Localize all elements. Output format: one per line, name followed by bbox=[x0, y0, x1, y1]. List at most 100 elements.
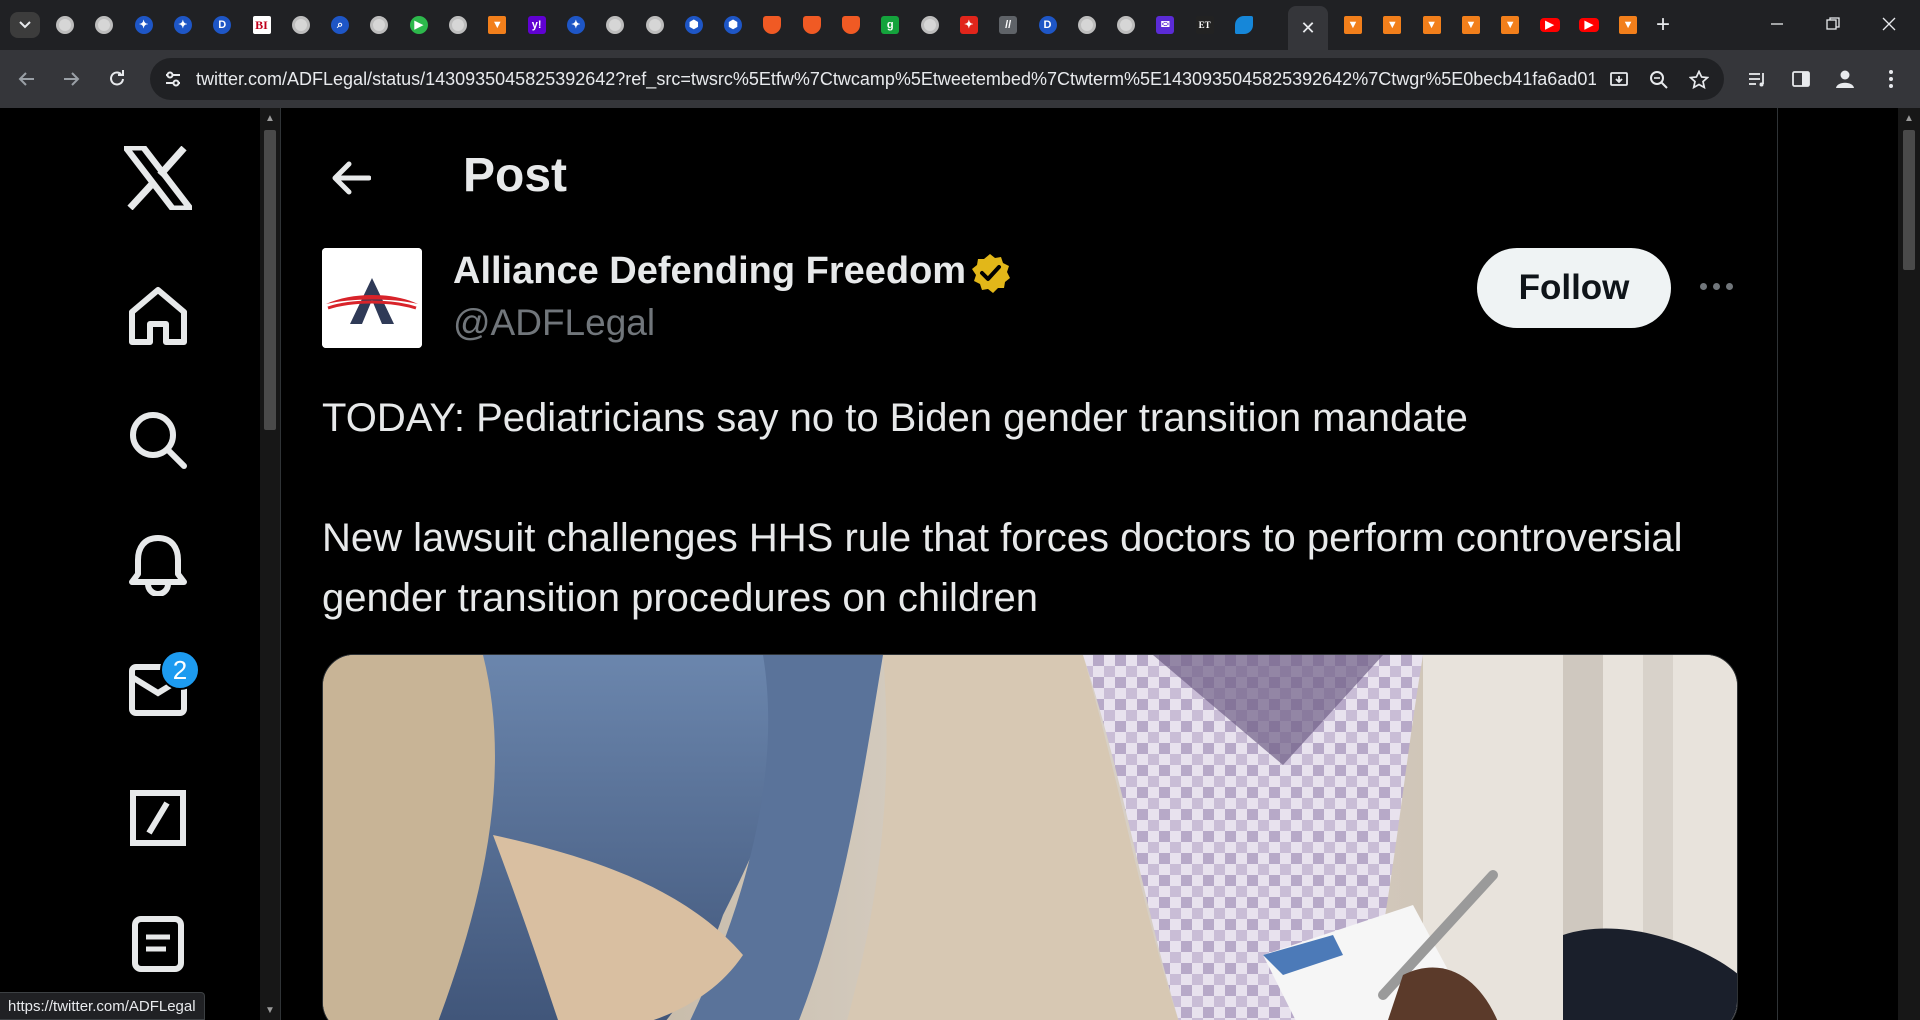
side-panel-icon[interactable] bbox=[1786, 64, 1816, 94]
scroll-up-arrow-icon[interactable]: ▲ bbox=[264, 112, 276, 124]
browser-tab[interactable]: ▼ bbox=[478, 10, 516, 40]
nav-lists[interactable] bbox=[118, 904, 198, 984]
browser-tab[interactable]: ET bbox=[1186, 10, 1224, 40]
browser-tab[interactable]: // bbox=[989, 10, 1027, 40]
close-window-button[interactable] bbox=[1866, 8, 1912, 40]
reload-button[interactable] bbox=[102, 64, 132, 94]
active-tab[interactable]: ✕ bbox=[1288, 6, 1328, 50]
browser-tab[interactable]: ✦ bbox=[125, 10, 163, 40]
browser-tab[interactable]: ▼ bbox=[1609, 10, 1647, 40]
sidebar-scroll-thumb[interactable] bbox=[264, 130, 276, 430]
nav-explore[interactable] bbox=[118, 400, 198, 480]
search-icon: ⌕ bbox=[331, 16, 350, 34]
browser-tab[interactable] bbox=[793, 10, 831, 40]
window-scrollbar[interactable]: ▲ bbox=[1898, 108, 1920, 1020]
x-sidebar-nav: 2 bbox=[0, 108, 260, 1020]
profile-icon[interactable] bbox=[1830, 64, 1860, 94]
shield-icon bbox=[763, 16, 782, 34]
zoom-icon[interactable] bbox=[1646, 67, 1672, 93]
browser-tab[interactable]: ▼ bbox=[1491, 10, 1529, 40]
sidebar-scrollbar[interactable]: ▲ ▼ bbox=[260, 108, 280, 1020]
browser-tab[interactable]: ▼ bbox=[1373, 10, 1411, 40]
browser-tab[interactable] bbox=[753, 10, 791, 40]
browser-menu-icon[interactable] bbox=[1876, 64, 1906, 94]
nav-grok[interactable] bbox=[118, 778, 198, 858]
minimize-button[interactable] bbox=[1754, 8, 1800, 40]
bird-icon bbox=[1235, 16, 1253, 34]
browser-tab[interactable]: ⬢ bbox=[675, 10, 713, 40]
author-handle[interactable]: @ADFLegal bbox=[453, 302, 655, 344]
back-button[interactable] bbox=[12, 64, 42, 94]
globe-icon bbox=[370, 16, 389, 34]
browser-tab[interactable] bbox=[911, 10, 949, 40]
restore-button[interactable] bbox=[1810, 8, 1856, 40]
install-app-icon[interactable] bbox=[1606, 67, 1632, 93]
nav-notifications[interactable] bbox=[118, 525, 198, 605]
bookmark-star-icon[interactable] bbox=[1686, 67, 1712, 93]
browser-tab[interactable] bbox=[282, 10, 320, 40]
photo-consultation-image bbox=[323, 655, 1737, 1020]
media-controls-icon[interactable] bbox=[1742, 64, 1772, 94]
disqus-icon: D bbox=[1038, 16, 1057, 34]
browser-tab[interactable] bbox=[1107, 10, 1145, 40]
restore-icon bbox=[1826, 17, 1840, 30]
follow-button[interactable]: Follow bbox=[1477, 248, 1671, 328]
browser-tab[interactable] bbox=[360, 10, 398, 40]
browser-tab[interactable]: ▼ bbox=[1413, 10, 1451, 40]
chevron-down-icon bbox=[19, 21, 31, 29]
disqus-icon: D bbox=[213, 16, 232, 34]
browser-tab[interactable]: ▶ bbox=[1570, 10, 1608, 40]
browser-tab[interactable] bbox=[636, 10, 674, 40]
minimize-icon bbox=[1771, 23, 1783, 25]
tweet-media-image[interactable] bbox=[322, 654, 1738, 1020]
browser-tab[interactable]: D bbox=[1029, 10, 1067, 40]
bookmark-icon: ▼ bbox=[1619, 16, 1638, 34]
browser-tab[interactable]: ⬢ bbox=[714, 10, 752, 40]
url-text[interactable]: twitter.com/ADFLegal/status/143093504582… bbox=[196, 69, 1596, 90]
browser-tab[interactable] bbox=[439, 10, 477, 40]
close-tab-icon[interactable]: ✕ bbox=[1300, 18, 1315, 39]
globe-icon bbox=[56, 16, 74, 34]
browser-tab[interactable]: ▶ bbox=[1531, 10, 1569, 40]
browser-tab[interactable]: ✦ bbox=[950, 10, 988, 40]
messages-badge: 2 bbox=[160, 650, 200, 690]
browser-tab[interactable]: BI bbox=[243, 10, 281, 40]
x-logo[interactable] bbox=[118, 138, 198, 218]
browser-tab[interactable] bbox=[596, 10, 634, 40]
site-info-icon[interactable] bbox=[160, 66, 186, 92]
more-options-icon[interactable] bbox=[1691, 266, 1741, 306]
browser-tab[interactable]: ▶ bbox=[400, 10, 438, 40]
browser-tab[interactable]: ✉ bbox=[1146, 10, 1184, 40]
browser-tab[interactable]: y! bbox=[518, 10, 556, 40]
slash-icon: // bbox=[999, 16, 1018, 34]
browser-tab[interactable] bbox=[1225, 10, 1263, 40]
globe-icon bbox=[291, 16, 310, 34]
browser-tab[interactable] bbox=[46, 10, 84, 40]
new-tab-button[interactable]: + bbox=[1650, 11, 1676, 38]
bookmark-icon: ▼ bbox=[488, 16, 507, 34]
browser-tab[interactable]: ✦ bbox=[164, 10, 202, 40]
browser-tab[interactable]: ▼ bbox=[1334, 10, 1372, 40]
verified-badge-icon bbox=[972, 254, 1010, 293]
browser-tab[interactable]: g bbox=[871, 10, 909, 40]
window-scroll-thumb[interactable] bbox=[1903, 130, 1915, 270]
browser-tab[interactable] bbox=[832, 10, 870, 40]
scroll-down-arrow-icon[interactable]: ▼ bbox=[264, 1004, 276, 1016]
browser-tab[interactable] bbox=[1068, 10, 1106, 40]
author-avatar[interactable] bbox=[322, 248, 422, 348]
browser-tab[interactable]: D bbox=[203, 10, 241, 40]
address-bar[interactable]: twitter.com/ADFLegal/status/143093504582… bbox=[150, 58, 1724, 100]
browser-tab[interactable] bbox=[85, 10, 123, 40]
nav-home[interactable] bbox=[118, 276, 198, 356]
author-name[interactable]: Alliance Defending Freedom bbox=[453, 250, 966, 293]
browser-tab[interactable]: ⌕ bbox=[321, 10, 359, 40]
forward-button[interactable] bbox=[56, 64, 86, 94]
tab-search-button[interactable] bbox=[10, 12, 40, 38]
browser-tab[interactable]: ▼ bbox=[1452, 10, 1490, 40]
right-gutter bbox=[1778, 108, 1898, 1020]
browser-tab[interactable]: ✦ bbox=[557, 10, 595, 40]
window-scroll-up-icon[interactable]: ▲ bbox=[1903, 112, 1915, 124]
globe-icon bbox=[1077, 16, 1096, 34]
back-button[interactable] bbox=[321, 148, 381, 208]
et-icon: ET bbox=[1195, 16, 1214, 34]
